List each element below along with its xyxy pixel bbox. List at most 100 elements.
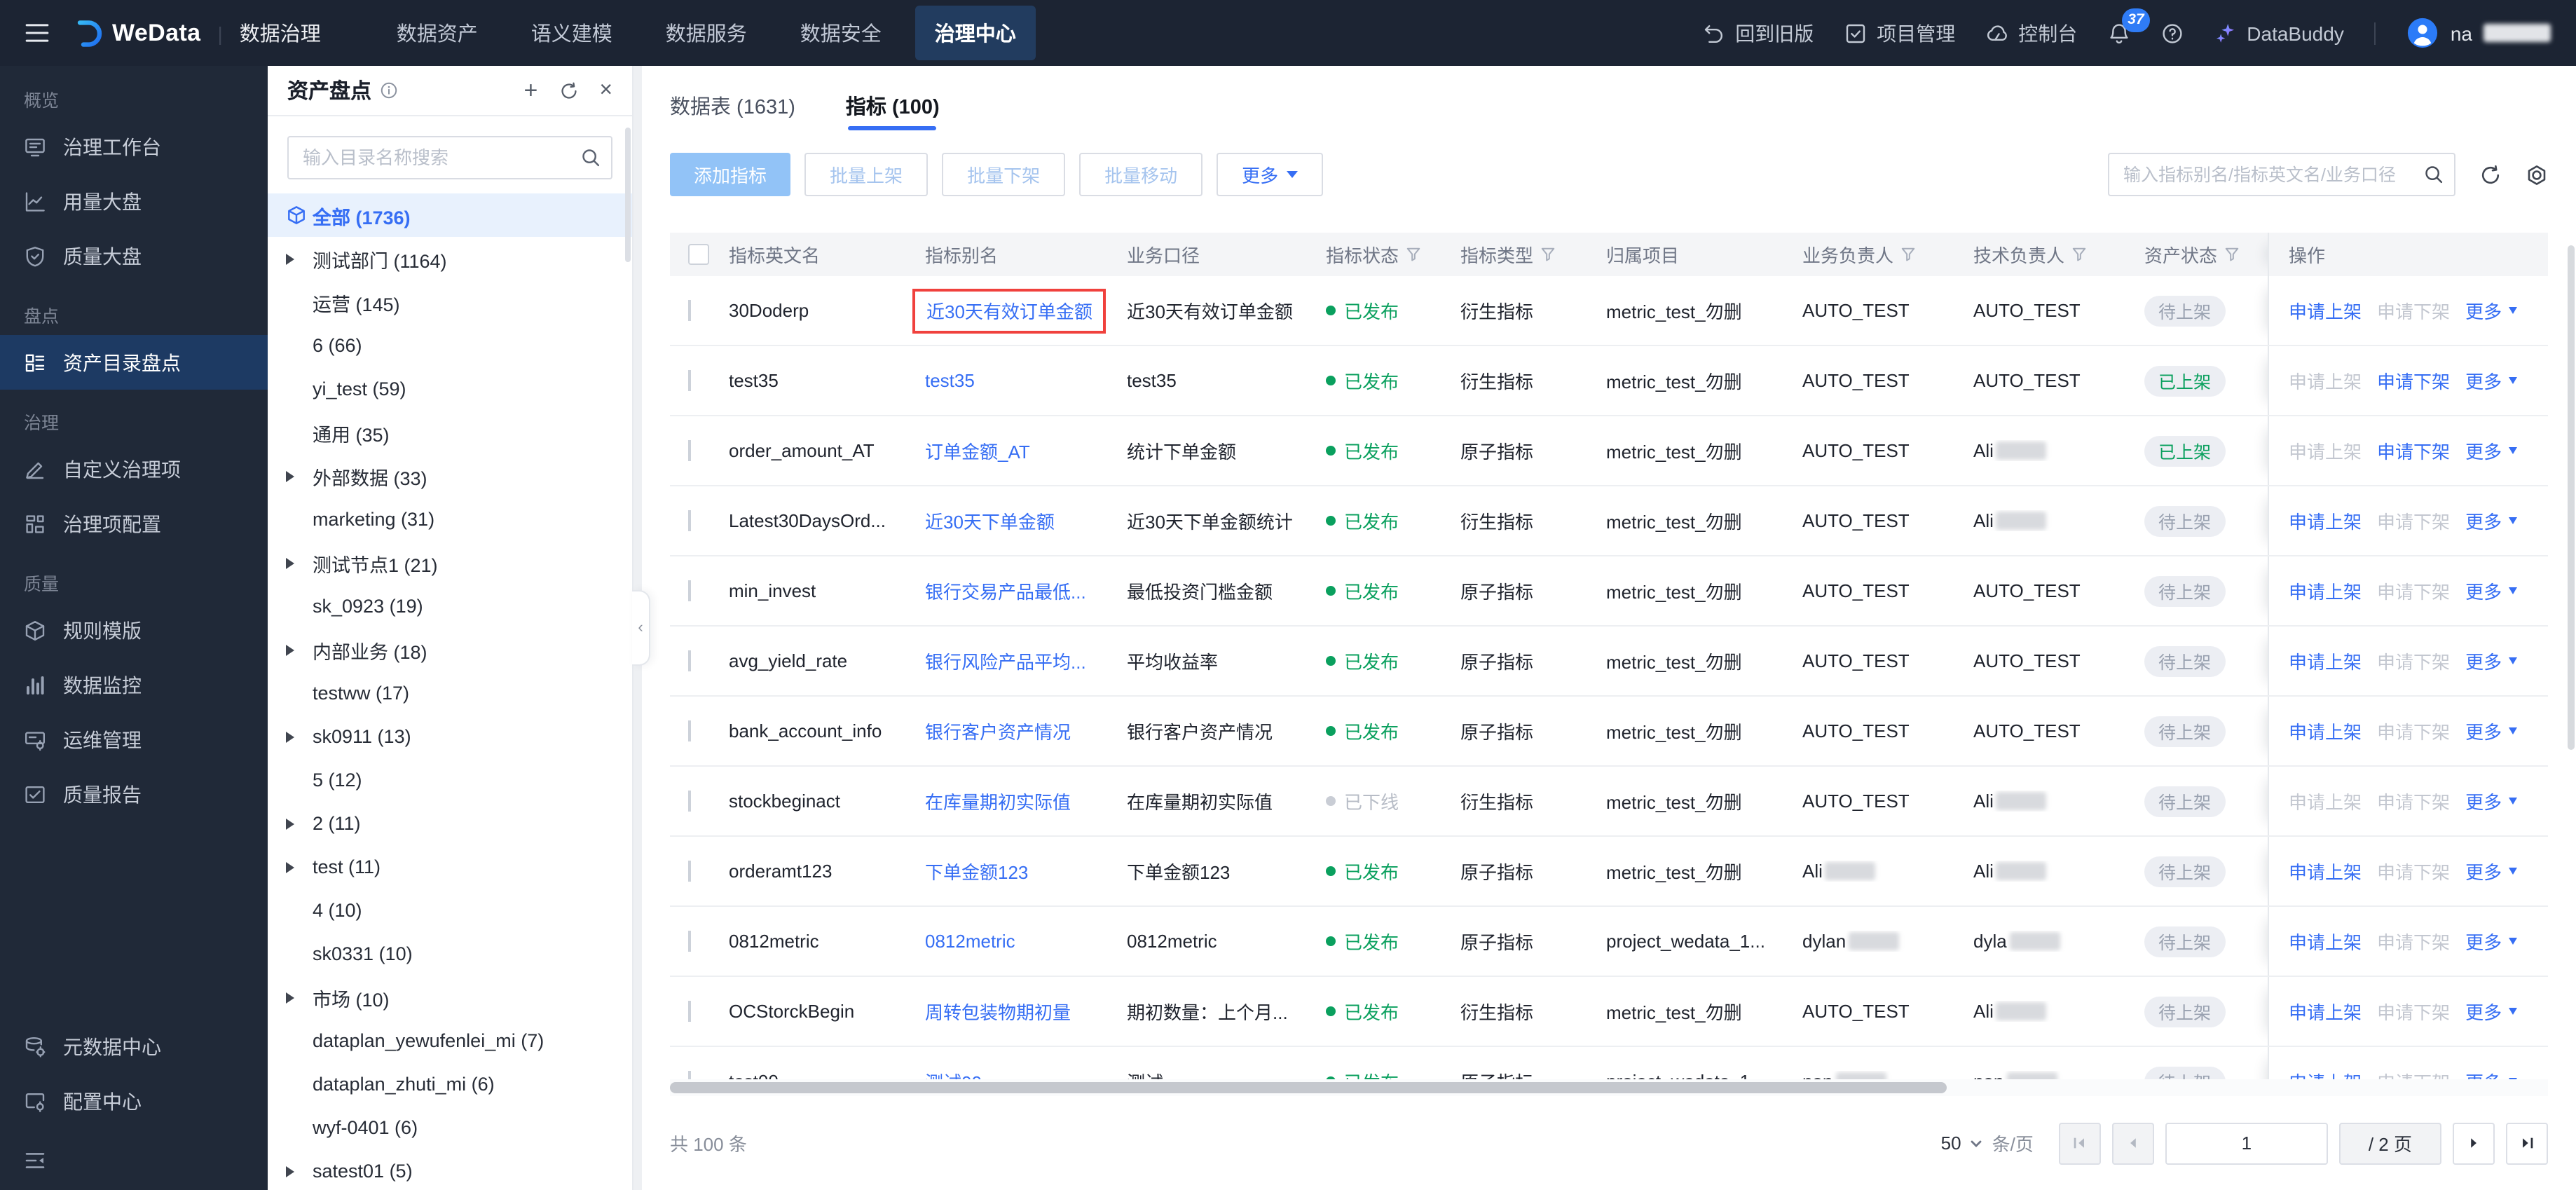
filter-icon[interactable] <box>2071 247 2087 262</box>
tree-node[interactable]: sk0911 (13) <box>268 715 632 758</box>
last-page-button[interactable] <box>2506 1122 2548 1164</box>
help-button[interactable] <box>2161 22 2184 44</box>
topbar-nav-item[interactable]: 数据安全 <box>781 6 901 60</box>
tree-node[interactable]: 市场 (10) <box>268 976 632 1019</box>
metric-alias-link[interactable]: 0812metric <box>925 931 1015 952</box>
tree-collapse-handle[interactable]: ‹ <box>632 590 650 666</box>
sidebar-item-数据监控[interactable]: 数据监控 <box>0 657 268 712</box>
row-more-link[interactable]: 更多 <box>2465 297 2518 324</box>
sidebar-item-规则模版[interactable]: 规则模版 <box>0 603 268 657</box>
row-more-link[interactable]: 更多 <box>2465 577 2518 604</box>
expand-caret-icon[interactable] <box>286 644 294 655</box>
row-checkbox[interactable] <box>688 510 691 531</box>
sidebar-item-元数据中心[interactable]: 元数据中心 <box>0 1019 268 1074</box>
metric-alias-link[interactable]: 银行交易产品最低... <box>925 582 1086 603</box>
row-more-link[interactable]: 更多 <box>2465 858 2518 884</box>
batch-online-button[interactable]: 批量上架 <box>804 153 929 196</box>
console-button[interactable]: 控制台 <box>1986 19 2077 47</box>
tree-node[interactable]: 通用 (35) <box>268 411 632 454</box>
metric-alias-link[interactable]: 近30天有效订单金额 <box>926 301 1092 322</box>
row-checkbox[interactable] <box>688 370 691 391</box>
request-offline-link[interactable]: 申请下架 <box>2377 718 2450 744</box>
sidebar-item-配置中心[interactable]: 配置中心 <box>0 1074 268 1128</box>
request-online-link[interactable]: 申请上架 <box>2289 718 2362 744</box>
request-offline-link[interactable]: 申请下架 <box>2377 998 2450 1025</box>
row-checkbox[interactable] <box>688 440 691 461</box>
topbar-nav-item[interactable]: 数据资产 <box>377 6 498 60</box>
tree-node[interactable]: testww (17) <box>268 671 632 715</box>
tree-node[interactable]: 运营 (145) <box>268 280 632 324</box>
tree-scrollbar[interactable] <box>625 128 631 262</box>
request-online-link[interactable]: 申请上架 <box>2289 1068 2362 1079</box>
row-checkbox[interactable] <box>688 791 691 812</box>
row-checkbox[interactable] <box>688 1001 691 1022</box>
row-more-link[interactable]: 更多 <box>2465 928 2518 955</box>
metric-alias-link[interactable]: 银行风险产品平均... <box>925 652 1086 673</box>
row-checkbox[interactable] <box>688 650 691 671</box>
request-offline-link[interactable]: 申请下架 <box>2377 1068 2450 1079</box>
column-header-asset[interactable]: 资产状态 <box>2144 241 2268 268</box>
close-panel-icon[interactable]: × <box>599 78 612 102</box>
row-more-link[interactable]: 更多 <box>2465 998 2518 1025</box>
request-offline-link[interactable]: 申请下架 <box>2377 367 2450 394</box>
more-button[interactable]: 更多 <box>1217 153 1324 196</box>
row-more-link[interactable]: 更多 <box>2465 1068 2518 1079</box>
request-online-link[interactable]: 申请上架 <box>2289 928 2362 955</box>
sidebar-item-资产目录盘点[interactable]: 资产目录盘点 <box>0 335 268 390</box>
column-header-type[interactable]: 指标类型 <box>1460 241 1606 268</box>
request-online-link[interactable]: 申请上架 <box>2289 507 2362 534</box>
sidebar-item-质量大盘[interactable]: 质量大盘 <box>0 228 268 283</box>
tree-node[interactable]: 2 (11) <box>268 802 632 845</box>
filter-icon[interactable] <box>1900 247 1916 262</box>
sidebar-item-治理项配置[interactable]: 治理项配置 <box>0 496 268 551</box>
tree-node[interactable]: satest01 (5) <box>268 1149 632 1190</box>
column-settings-button[interactable] <box>2526 163 2548 186</box>
metric-alias-link[interactable]: 近30天下单金额 <box>925 512 1055 533</box>
row-more-link[interactable]: 更多 <box>2465 788 2518 814</box>
request-online-link[interactable]: 申请上架 <box>2289 297 2362 324</box>
batch-move-button[interactable]: 批量移动 <box>1079 153 1203 196</box>
column-header-status[interactable]: 指标状态 <box>1326 241 1460 268</box>
expand-caret-icon[interactable] <box>286 992 294 1003</box>
row-more-link[interactable]: 更多 <box>2465 437 2518 464</box>
row-more-link[interactable]: 更多 <box>2465 367 2518 394</box>
tree-node[interactable]: dataplan_zhuti_mi (6) <box>268 1062 632 1106</box>
topbar-nav-item[interactable]: 语义建模 <box>512 6 632 60</box>
sidebar-collapse-button[interactable] <box>0 1134 268 1187</box>
column-header-tech[interactable]: 技术负责人 <box>1973 241 2144 268</box>
batch-offline-button[interactable]: 批量下架 <box>942 153 1066 196</box>
next-page-button[interactable] <box>2453 1122 2495 1164</box>
request-online-link[interactable]: 申请上架 <box>2289 788 2362 814</box>
add-metric-button[interactable]: 添加指标 <box>670 153 791 196</box>
notifications-button[interactable]: 37 <box>2108 8 2150 44</box>
row-more-link[interactable]: 更多 <box>2465 507 2518 534</box>
topbar-nav-item[interactable]: 治理中心 <box>914 6 1036 60</box>
expand-caret-icon[interactable] <box>286 861 294 873</box>
row-checkbox[interactable] <box>688 931 691 952</box>
metric-alias-link[interactable]: 测试00 <box>925 1072 982 1079</box>
sidebar-item-运维管理[interactable]: 运维管理 <box>0 712 268 767</box>
filter-icon[interactable] <box>2224 247 2240 262</box>
request-online-link[interactable]: 申请上架 <box>2289 367 2362 394</box>
metric-alias-link[interactable]: 周转包装物期初量 <box>925 1002 1071 1023</box>
select-all-checkbox[interactable] <box>688 244 709 265</box>
refresh-table-button[interactable] <box>2479 163 2502 186</box>
row-checkbox[interactable] <box>688 300 691 321</box>
tree-node[interactable]: 4 (10) <box>268 889 632 932</box>
tree-node[interactable]: 内部业务 (18) <box>268 628 632 671</box>
add-catalog-button[interactable]: + <box>523 78 537 102</box>
sidebar-item-质量报告[interactable]: 质量报告 <box>0 767 268 821</box>
request-online-link[interactable]: 申请上架 <box>2289 577 2362 604</box>
topbar-nav-item[interactable]: 数据服务 <box>646 6 767 60</box>
request-offline-link[interactable]: 申请下架 <box>2377 788 2450 814</box>
metric-alias-link[interactable]: 订单金额_AT <box>925 442 1030 463</box>
metric-alias-link[interactable]: 下单金额123 <box>925 862 1028 883</box>
expand-caret-icon[interactable] <box>286 818 294 829</box>
tree-node[interactable]: 外部数据 (33) <box>268 454 632 498</box>
tree-node[interactable]: test (11) <box>268 845 632 889</box>
prev-page-button[interactable] <box>2111 1122 2154 1164</box>
request-online-link[interactable]: 申请上架 <box>2289 998 2362 1025</box>
tree-node[interactable]: 测试节点1 (21) <box>268 541 632 584</box>
request-offline-link[interactable]: 申请下架 <box>2377 507 2450 534</box>
tree-node[interactable]: marketing (31) <box>268 498 632 541</box>
